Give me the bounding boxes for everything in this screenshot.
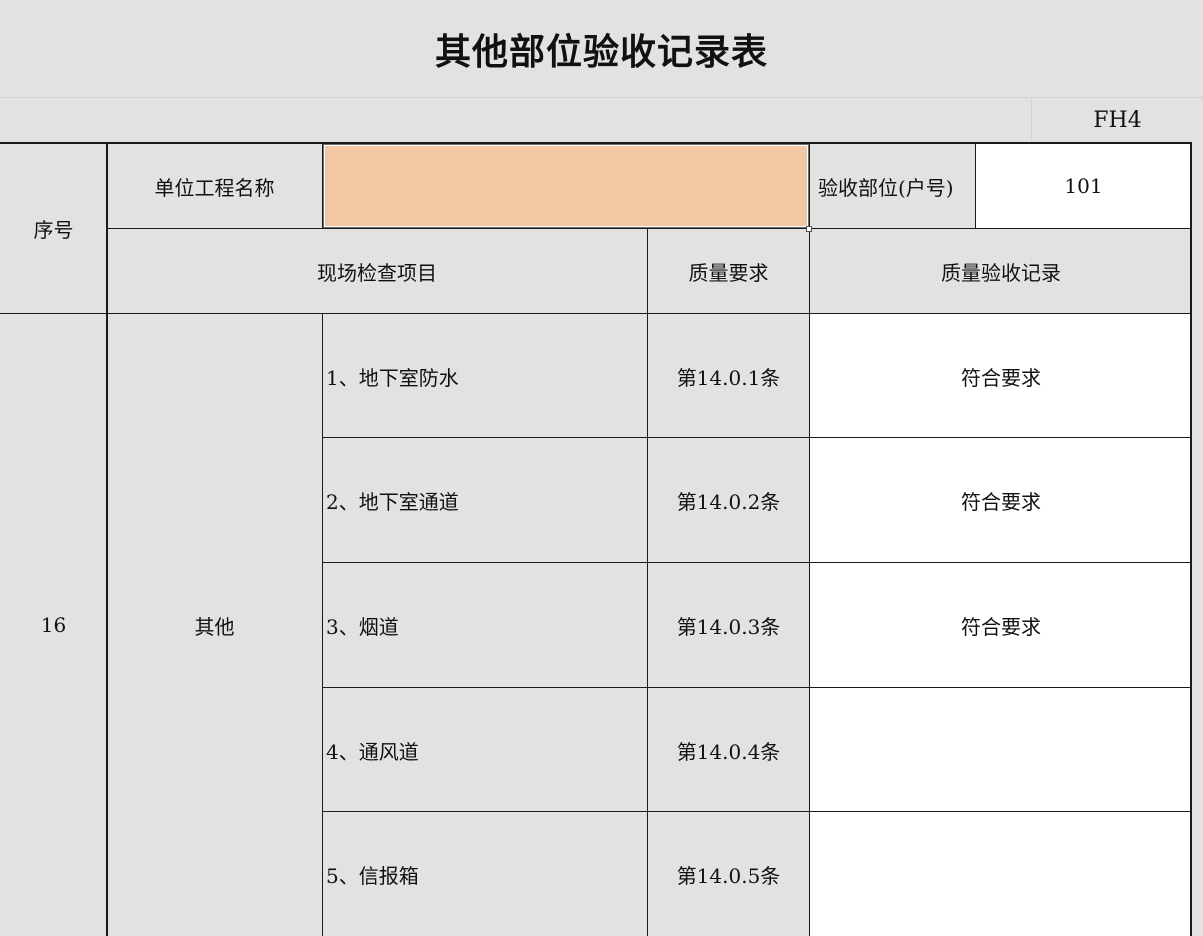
table-row-item-cell[interactable]: 3、烟道 bbox=[322, 563, 647, 688]
table-row-requirement-cell[interactable]: 第14.0.4条 bbox=[647, 688, 810, 812]
table-border bbox=[0, 142, 1192, 144]
gutter-column bbox=[1192, 143, 1203, 936]
grid-line bbox=[322, 313, 323, 936]
table-row-item-cell[interactable]: 1、地下室防水 bbox=[322, 314, 647, 438]
quality-record-header-cell[interactable]: 质量验收记录 bbox=[810, 229, 1192, 314]
quality-requirement-header-cell[interactable]: 质量要求 bbox=[647, 229, 810, 314]
group-seq-cell[interactable]: 16 bbox=[0, 314, 107, 936]
grid-line bbox=[975, 142, 976, 229]
fill-handle[interactable] bbox=[806, 226, 812, 232]
inspection-items-header-cell[interactable]: 现场检查项目 bbox=[107, 229, 647, 314]
table-row-record-cell[interactable]: 符合要求 bbox=[810, 314, 1192, 438]
table-row-requirement-cell[interactable]: 第14.0.1条 bbox=[647, 314, 810, 438]
unit-name-label-cell[interactable]: 单位工程名称 bbox=[107, 143, 322, 229]
spreadsheet: 其他部位验收记录表 FH4 序号 单位工程名称 验收部位(户号) 101 现场检… bbox=[0, 0, 1203, 936]
table-row-requirement-cell[interactable]: 第14.0.5条 bbox=[647, 812, 810, 936]
table-row-requirement-cell[interactable]: 第14.0.2条 bbox=[647, 438, 810, 563]
table-row-record-cell[interactable]: 符合要求 bbox=[810, 563, 1192, 688]
location-value-cell[interactable]: 101 bbox=[975, 143, 1192, 229]
seq-header-cell[interactable]: 序号 bbox=[0, 143, 107, 314]
grid-line bbox=[322, 811, 1192, 812]
table-row-item-cell[interactable]: 2、地下室通道 bbox=[322, 438, 647, 563]
table-row-item-cell[interactable]: 4、通风道 bbox=[322, 688, 647, 812]
record-table: 序号 单位工程名称 验收部位(户号) 101 现场检查项目 质量要求 质量验收记… bbox=[0, 0, 1203, 936]
table-row-requirement-cell[interactable]: 第14.0.3条 bbox=[647, 563, 810, 688]
table-row-record-cell[interactable] bbox=[810, 688, 1192, 812]
unit-name-input-cell[interactable] bbox=[322, 143, 810, 229]
grid-line bbox=[322, 562, 1192, 563]
grid-line bbox=[647, 228, 648, 936]
table-row-record-cell[interactable] bbox=[810, 812, 1192, 936]
grid-line bbox=[322, 142, 323, 229]
grid-line bbox=[106, 142, 108, 936]
grid-line bbox=[0, 313, 1192, 314]
group-category-cell[interactable]: 其他 bbox=[107, 314, 322, 936]
location-label-cell[interactable]: 验收部位(户号) bbox=[810, 143, 975, 229]
grid-line bbox=[322, 437, 1192, 438]
grid-line bbox=[322, 687, 1192, 688]
table-row-record-cell[interactable]: 符合要求 bbox=[810, 438, 1192, 563]
table-border bbox=[1190, 142, 1192, 936]
grid-line bbox=[107, 228, 1192, 229]
table-row-item-cell[interactable]: 5、信报箱 bbox=[322, 812, 647, 936]
grid-line bbox=[809, 142, 810, 936]
